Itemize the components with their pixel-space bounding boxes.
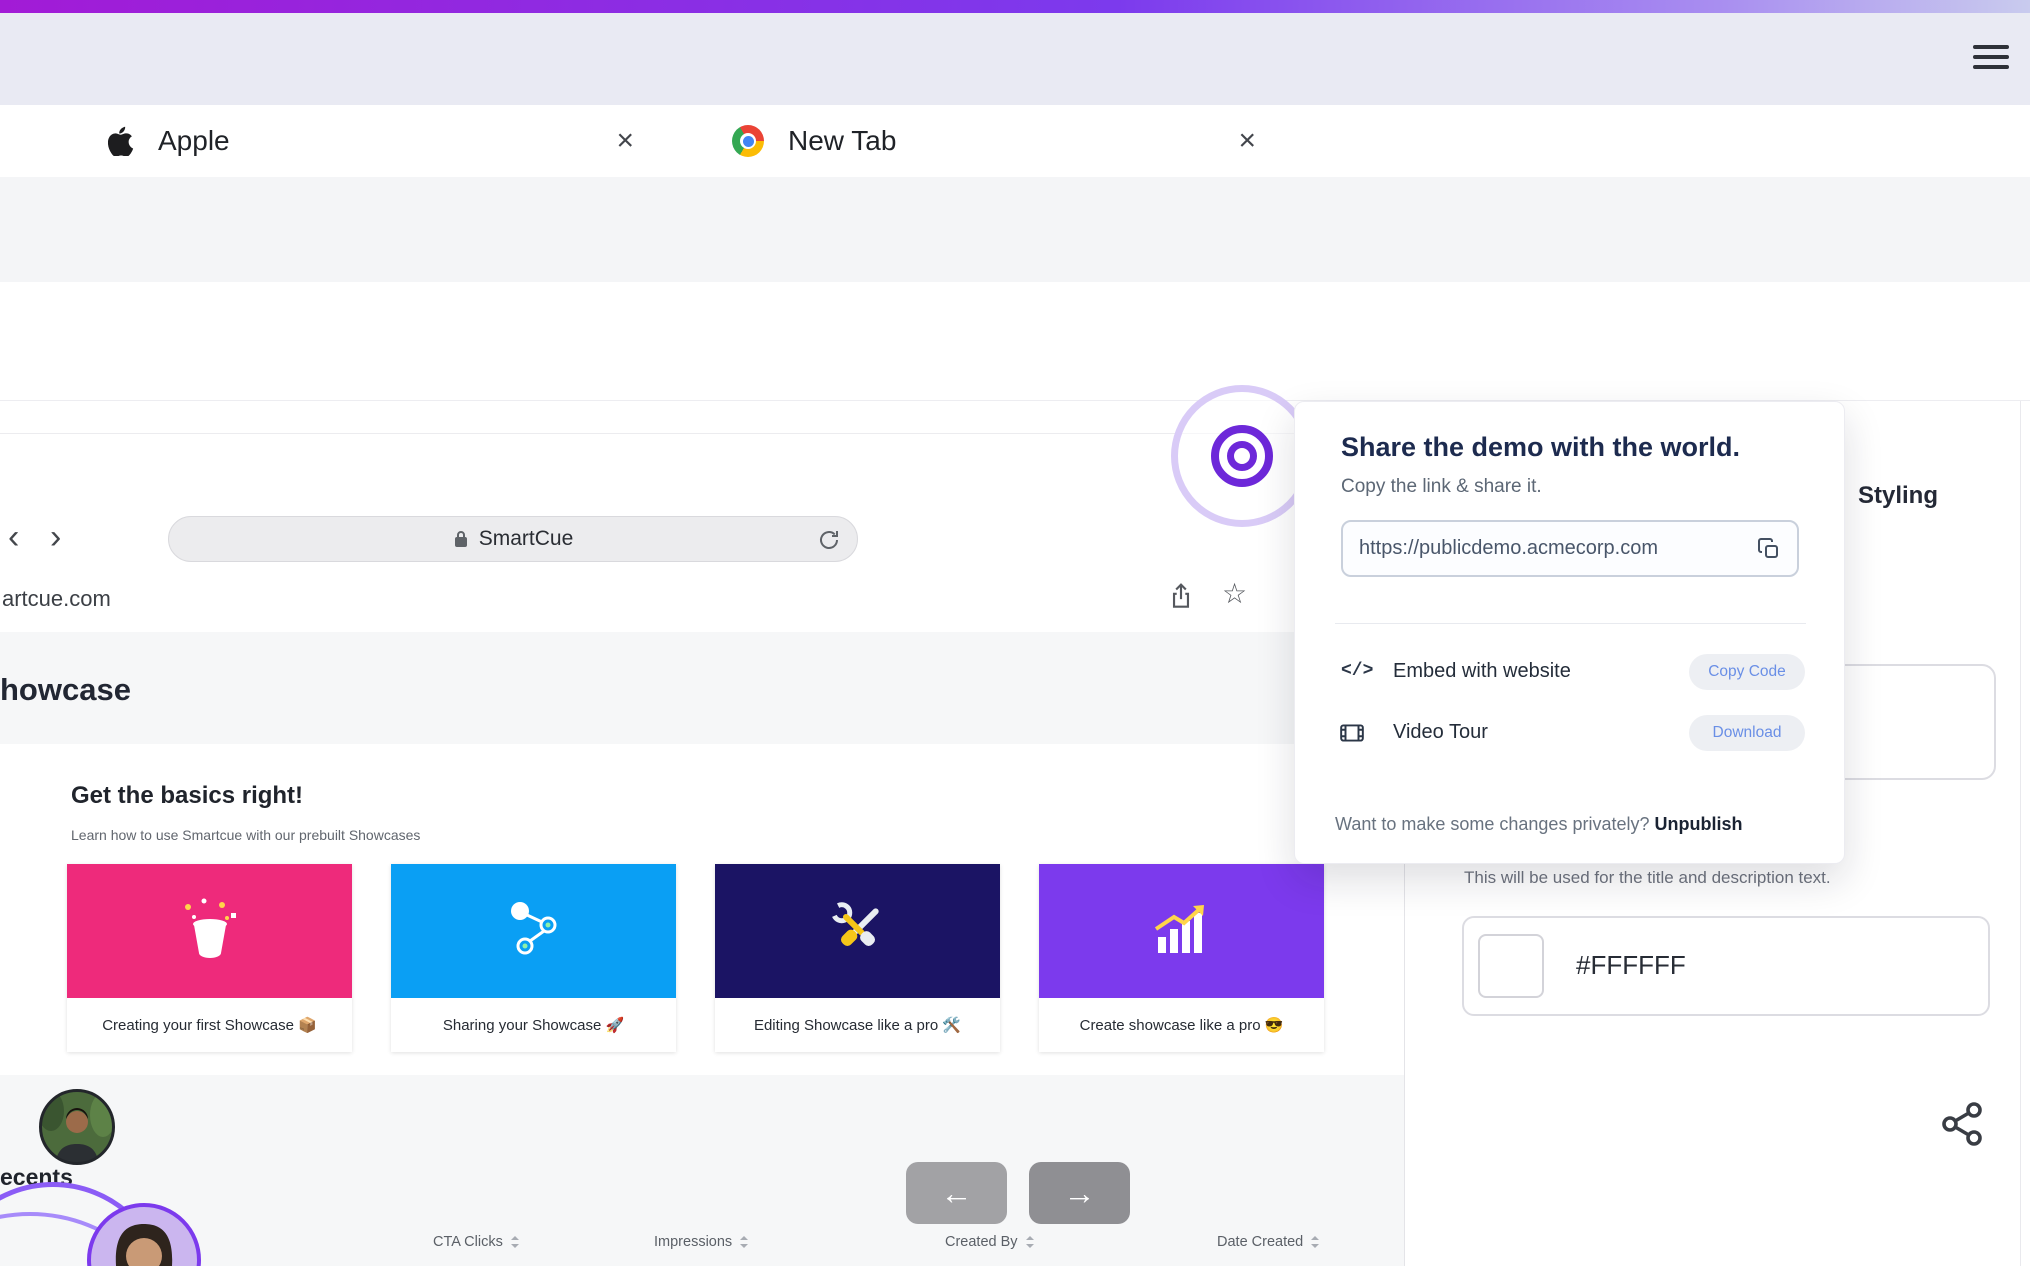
basics-title: Get the basics right!: [71, 782, 303, 810]
address-text: SmartCue: [479, 527, 574, 551]
copy-link-icon[interactable]: [1757, 537, 1781, 561]
styling-panel-title: Styling: [1858, 482, 1938, 510]
presenter-avatar[interactable]: [39, 1089, 115, 1170]
sort-icon: [1025, 1235, 1035, 1249]
showcase-card[interactable]: Creating your first Showcase 📦: [67, 864, 352, 1052]
code-icon: </>: [1341, 661, 1373, 681]
lock-icon: [453, 529, 469, 549]
styling-helper-text: This will be used for the title and desc…: [1464, 868, 1994, 888]
page-share-icon[interactable]: [1168, 582, 1194, 617]
card-cover: [67, 864, 352, 998]
tools-icon: [822, 893, 894, 970]
color-swatch[interactable]: [1478, 934, 1544, 998]
demo-link-url: https://publicdemo.acmecorp.com: [1359, 537, 1658, 560]
demo-link-field[interactable]: https://publicdemo.acmecorp.com: [1341, 520, 1799, 577]
sort-icon: [739, 1235, 749, 1249]
table-header-label: CTA Clicks: [433, 1234, 503, 1250]
table-header-impressions[interactable]: Impressions: [654, 1234, 749, 1250]
basics-subtitle: Learn how to use Smartcue with our prebu…: [71, 827, 420, 843]
demo-top-border: [0, 433, 1294, 434]
window-header: [0, 13, 2030, 105]
chrome-icon: [732, 125, 764, 157]
popover-divider: [1335, 623, 1806, 624]
tab-label: New Tab: [788, 125, 896, 157]
screenshot-root: × Apple × New Tab × +: [0, 0, 2030, 1266]
video-tour-label: Video Tour: [1393, 721, 1488, 744]
presenter-avatar-secondary: [86, 1202, 202, 1266]
film-icon: [1339, 720, 1365, 751]
table-header-cta-clicks[interactable]: CTA Clicks: [433, 1234, 520, 1250]
browser-toolbar: S: [0, 177, 2030, 282]
next-step-button[interactable]: →: [1029, 1162, 1130, 1224]
back-chevron-icon[interactable]: ‹: [8, 520, 19, 554]
table-header-label: Date Created: [1217, 1234, 1303, 1250]
share-popover: Share the demo with the world. Copy the …: [1294, 401, 1845, 864]
unpublish-link[interactable]: Unpublish: [1654, 814, 1742, 834]
refresh-icon[interactable]: [817, 528, 841, 557]
tab-new-tab[interactable]: New Tab ×: [716, 105, 1282, 177]
table-header-date-created[interactable]: Date Created: [1217, 1234, 1320, 1250]
menu-icon[interactable]: [1973, 45, 2009, 75]
tab-strip: × Apple × New Tab × +: [0, 105, 2030, 177]
top-accent-bar: [0, 0, 2030, 13]
chart-icon: [1146, 893, 1218, 970]
tab-close-icon[interactable]: ×: [616, 126, 634, 156]
table-header-label: Impressions: [654, 1234, 732, 1250]
app-header: Share: [0, 282, 2030, 401]
table-header-label: Created By: [945, 1234, 1018, 1250]
panel-scroll-divider: [2020, 401, 2021, 1266]
card-cover: [715, 864, 1000, 998]
tab-close-icon[interactable]: ×: [1238, 126, 1256, 156]
sort-icon: [510, 1235, 520, 1249]
demo-address-bar[interactable]: SmartCue: [168, 516, 858, 562]
confetti-bucket-icon: [174, 893, 246, 970]
page-url-fragment: artcue.com: [2, 586, 111, 612]
page-title-fragment: howcase: [0, 672, 131, 708]
arrow-left-icon: ←: [941, 1177, 973, 1209]
forward-chevron-icon[interactable]: ›: [50, 520, 61, 554]
share-links-icon[interactable]: [1938, 1100, 1986, 1153]
apple-icon: [108, 126, 134, 156]
embed-label: Embed with website: [1393, 660, 1571, 683]
card-label: Create showcase like a pro 😎: [1039, 998, 1324, 1052]
showcase-card[interactable]: Sharing your Showcase 🚀: [391, 864, 676, 1052]
share-nodes-icon: [498, 893, 570, 970]
prev-step-button[interactable]: ←: [906, 1162, 1007, 1224]
copy-code-button[interactable]: Copy Code: [1689, 654, 1805, 690]
table-header-created-by[interactable]: Created By: [945, 1234, 1035, 1250]
popover-title: Share the demo with the world.: [1341, 432, 1740, 463]
popover-footer: Want to make some changes privately? Unp…: [1335, 814, 1815, 835]
card-label: Editing Showcase like a pro 🛠️: [715, 998, 1000, 1052]
sort-icon: [1310, 1235, 1320, 1249]
card-cover: [1039, 864, 1324, 998]
color-value: #FFFFFF: [1576, 950, 1686, 981]
showcase-card[interactable]: Editing Showcase like a pro 🛠️: [715, 864, 1000, 1052]
page-bookmark-icon[interactable]: ☆: [1222, 580, 1247, 608]
footer-question: Want to make some changes privately?: [1335, 814, 1654, 834]
download-button[interactable]: Download: [1689, 715, 1805, 751]
tab-apple[interactable]: Apple ×: [100, 105, 660, 177]
pulse-beacon-core: [1227, 441, 1257, 471]
arrow-right-icon: →: [1064, 1177, 1096, 1209]
showcase-card[interactable]: Create showcase like a pro 😎: [1039, 864, 1324, 1052]
popover-subtitle: Copy the link & share it.: [1341, 476, 1542, 498]
tab-label: Apple: [158, 125, 230, 157]
card-label: Sharing your Showcase 🚀: [391, 998, 676, 1052]
card-label: Creating your first Showcase 📦: [67, 998, 352, 1052]
card-cover: [391, 864, 676, 998]
